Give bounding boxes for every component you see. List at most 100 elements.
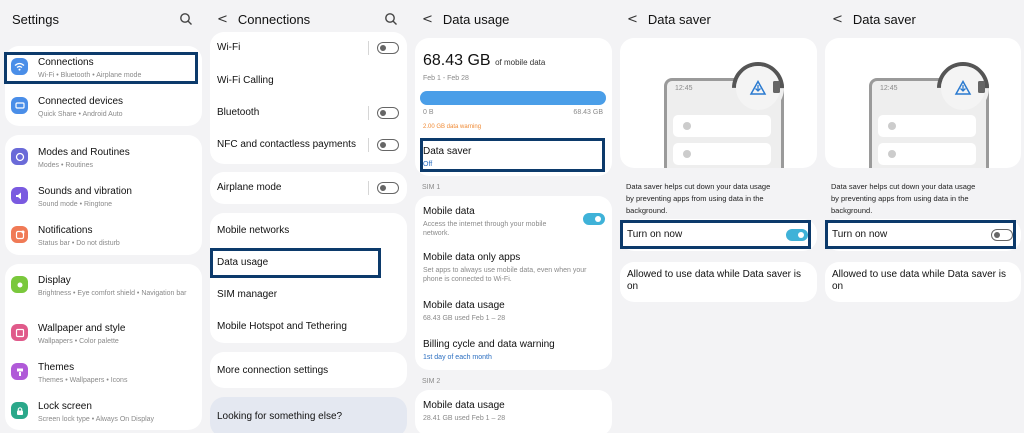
settings-item-notifications[interactable]: Notifications Status bar • Do not disturb [11, 225, 202, 248]
connections-group-2: Airplane mode [210, 172, 407, 204]
search-icon[interactable] [179, 12, 193, 26]
data-usage-header: < Data usage [410, 0, 615, 38]
settings-item-modes[interactable]: Modes and Routines Modes • Routines [11, 147, 202, 170]
highlight-box [620, 220, 811, 249]
modes-icon [11, 148, 28, 165]
allowed-apps-label: Allowed to use data while Data saver is … [627, 269, 801, 292]
settings-item-display[interactable]: Display Brightness • Eye comfort shield •… [11, 275, 196, 298]
data-warning-label: 2.00 GB data warning [423, 124, 482, 130]
connections-group-1: Wi-Fi Wi-Fi Calling Bluetooth NFC and co… [210, 32, 407, 164]
settings-item-sub: Sound mode • Ringtone [38, 201, 113, 208]
wallpaper-icon [11, 324, 28, 341]
data-usage-bar [420, 91, 606, 105]
highlight-box [420, 138, 605, 172]
item-label: More connection settings [217, 365, 329, 376]
data-saver-screen-on: < Data saver 12:45 Data saver helps cut … [615, 0, 820, 433]
back-icon[interactable]: < [422, 12, 433, 27]
mobile-data-usage-item[interactable]: Mobile data usage 68.43 GB used Feb 1 – … [423, 300, 505, 323]
connections-group-3: Mobile networks Data usage SIM manager M… [210, 213, 407, 343]
settings-item-themes[interactable]: Themes Themes • Wallpapers • Icons [11, 362, 202, 385]
item-label: Mobile data [423, 206, 475, 217]
settings-item-label: Wallpaper and style [38, 323, 126, 334]
divider [368, 106, 369, 120]
devices-icon [11, 97, 28, 114]
data-saver-description: Data saver helps cut down your data usag… [831, 182, 976, 215]
settings-item-lock-screen[interactable]: Lock screen Screen lock type • Always On … [11, 401, 202, 424]
battery-icon [773, 81, 780, 93]
settings-item-wallpaper[interactable]: Wallpaper and style Wallpapers • Color pa… [11, 323, 202, 346]
battery-icon [978, 81, 985, 93]
allowed-apps-card[interactable]: Allowed to use data while Data saver is … [825, 262, 1021, 302]
connections-item-more-settings[interactable]: More connection settings [217, 365, 407, 377]
highlight-box [4, 52, 198, 84]
data-saver-icon [736, 66, 780, 110]
divider [368, 41, 369, 55]
item-label: SIM manager [217, 289, 278, 300]
mobile-data-only-apps-item[interactable]: Mobile data only apps Set apps to always… [423, 252, 607, 284]
highlight-box [210, 248, 381, 278]
data-amount: 68.43 GB of mobile data [423, 52, 545, 70]
connections-item-sim-manager[interactable]: SIM manager [217, 289, 407, 301]
sound-icon [11, 187, 28, 204]
illustration-card [673, 115, 771, 137]
settings-item-sub: Wallpapers • Color palette [38, 338, 119, 345]
settings-item-connected-devices[interactable]: Connected devices Quick Share • Android A… [11, 96, 202, 119]
search-icon[interactable] [384, 12, 398, 26]
settings-header: Settings [0, 0, 205, 38]
illustration-time: 12:45 [880, 85, 898, 92]
notifications-icon [11, 226, 28, 243]
wifi-toggle[interactable] [377, 42, 399, 54]
data-period: Feb 1 - Feb 28 [423, 75, 469, 82]
sim1-header: SIM 1 [422, 184, 441, 191]
settings-item-sub: Status bar • Do not disturb [38, 240, 120, 247]
looking-for-something: Looking for something else? [217, 411, 407, 423]
billing-cycle-item[interactable]: Billing cycle and data warning 1st day o… [423, 339, 555, 362]
item-label: Mobile data only apps [423, 252, 521, 263]
sim1-card: Mobile data Access the internet through … [415, 196, 612, 370]
settings-item-label: Lock screen [38, 401, 92, 412]
data-saver-description: Data saver helps cut down your data usag… [626, 182, 771, 215]
connections-item-hotspot[interactable]: Mobile Hotspot and Tethering [217, 321, 407, 333]
connections-item-mobile-networks[interactable]: Mobile networks [217, 225, 407, 237]
item-label: Wi-Fi Calling [217, 75, 274, 86]
settings-group-3: Display Brightness • Eye comfort shield •… [5, 264, 202, 430]
divider [368, 138, 369, 152]
data-usage-screen: < Data usage 68.43 GB of mobile data Feb… [410, 0, 615, 433]
settings-screen: Settings Connections Wi-Fi • Bluetooth • … [0, 0, 205, 433]
highlight-box [825, 220, 1016, 249]
item-label: Airplane mode [217, 182, 282, 193]
nfc-toggle[interactable] [377, 139, 399, 151]
page-title: Data usage [442, 11, 510, 27]
item-sub: 68.43 GB used Feb 1 – 28 [423, 315, 506, 322]
settings-item-sub: Modes • Routines [38, 162, 93, 169]
back-icon[interactable]: < [627, 12, 638, 27]
settings-item-sub: Quick Share • Android Auto [38, 111, 123, 118]
allowed-apps-card[interactable]: Allowed to use data while Data saver is … [620, 262, 817, 302]
looking-for-something-card[interactable]: Looking for something else? [210, 397, 407, 433]
lock-icon [11, 402, 28, 419]
settings-item-sub: Brightness • Eye comfort shield • Naviga… [38, 290, 187, 297]
item-label: Billing cycle and data warning [423, 339, 555, 350]
mobile-data-usage-item-2[interactable]: Mobile data usage 28.41 GB used Feb 1 – … [423, 400, 505, 423]
sim2-card: Mobile data usage 28.41 GB used Feb 1 – … [415, 390, 612, 433]
connections-item-wifi-calling[interactable]: Wi-Fi Calling [217, 75, 407, 87]
back-icon[interactable]: < [217, 12, 228, 27]
illustration-card [878, 143, 976, 165]
sim2-header: SIM 2 [422, 378, 441, 385]
data-amount-value: 68.43 GB [423, 52, 491, 69]
bar-min-label: 0 B [423, 109, 434, 116]
illustration-time: 12:45 [675, 85, 693, 92]
illustration-card [673, 143, 771, 165]
item-sub: Set apps to always use mobile data, even… [423, 267, 587, 283]
settings-group-2: Modes and Routines Modes • Routines Sound… [5, 135, 202, 255]
settings-item-sounds[interactable]: Sounds and vibration Sound mode • Rington… [11, 186, 202, 209]
mobile-data-item[interactable]: Mobile data Access the internet through … [423, 206, 573, 238]
page-title: Data saver [852, 11, 916, 27]
data-saver-illustration: 12:45 [825, 38, 1021, 168]
settings-item-label: Display [38, 275, 71, 286]
airplane-mode-toggle[interactable] [377, 182, 399, 194]
item-sub: 1st day of each month [423, 354, 492, 361]
bluetooth-toggle[interactable] [377, 107, 399, 119]
back-icon[interactable]: < [832, 12, 843, 27]
mobile-data-toggle[interactable] [583, 213, 605, 225]
